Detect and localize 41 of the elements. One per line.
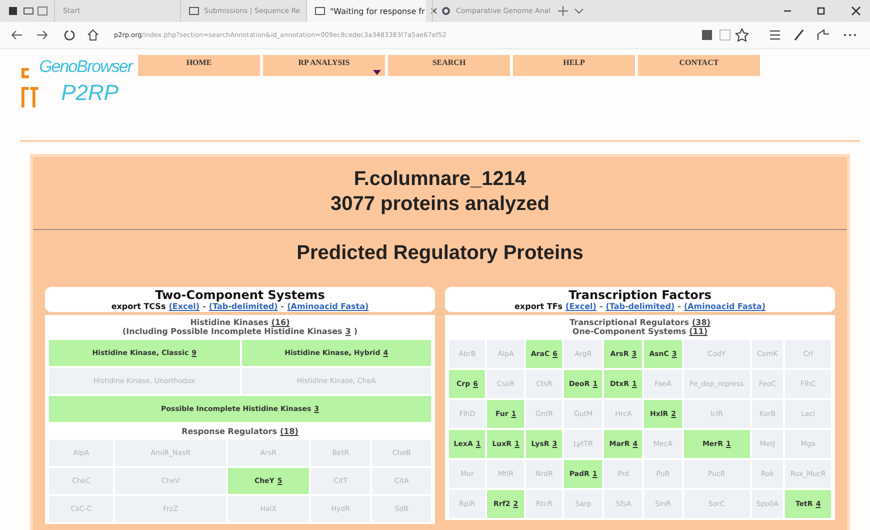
export-label: export TFs [514,302,563,311]
separator-text: - [599,302,603,311]
count-link[interactable]: (38) [692,318,710,327]
new-tab-icon[interactable] [558,6,584,16]
panel-title: Two-Component Systems [154,289,325,302]
count-link[interactable]: (11) [689,327,708,336]
export-link[interactable]: (Excel) [566,302,596,311]
tab-actions-icon[interactable] [8,5,48,17]
separator-text: - [202,302,206,311]
panel-title: Transcription Factors [568,289,712,302]
group-heading: Transcriptional Regulators [570,318,689,327]
export-link[interactable]: (Tab-delimited) [208,302,278,311]
window-controls-icon[interactable] [782,6,862,16]
logo-text: P2RP [61,79,120,107]
organism-title: F.columnare_1214 [354,167,526,192]
group-heading: ) [354,327,358,336]
summary-text: 3077 proteins analyzed [330,192,550,217]
page-icon [189,6,199,16]
nav-button[interactable]: SEARCH [388,55,510,76]
count-link[interactable]: 3 [345,327,351,336]
group-heading: One-Component Systems [572,327,686,336]
group-heading: (Including Possible Incomplete Histidine Kinases [122,327,342,336]
group-heading: Histidine Kinases [190,318,268,327]
export-link[interactable]: (Aminoacid Fasta) [684,302,766,311]
export-link[interactable]: (Aminoacid Fasta) [287,302,369,311]
section-heading: Predicted Regulatory Proteins [296,242,584,265]
nav-button[interactable]: HELP [513,55,635,76]
separator-text: - [678,302,681,311]
nav-button[interactable]: CONTACT [638,55,760,76]
export-link[interactable]: (Tab-delimited) [606,302,675,311]
separator-text: - [280,302,284,311]
logo-text: GenoBrowser [39,56,132,78]
count-link[interactable]: (16) [271,318,290,327]
page-icon [315,6,325,16]
navigation-icon[interactable] [10,28,100,42]
export-link[interactable]: (Excel) [168,302,200,311]
nav-button[interactable]: RP ANALYSIS [263,55,385,76]
count-link[interactable]: (18) [280,427,298,436]
export-label: export TCSs [111,302,166,311]
group-heading: Response Regulators [182,427,277,436]
nav-button[interactable]: HOME [138,55,260,76]
